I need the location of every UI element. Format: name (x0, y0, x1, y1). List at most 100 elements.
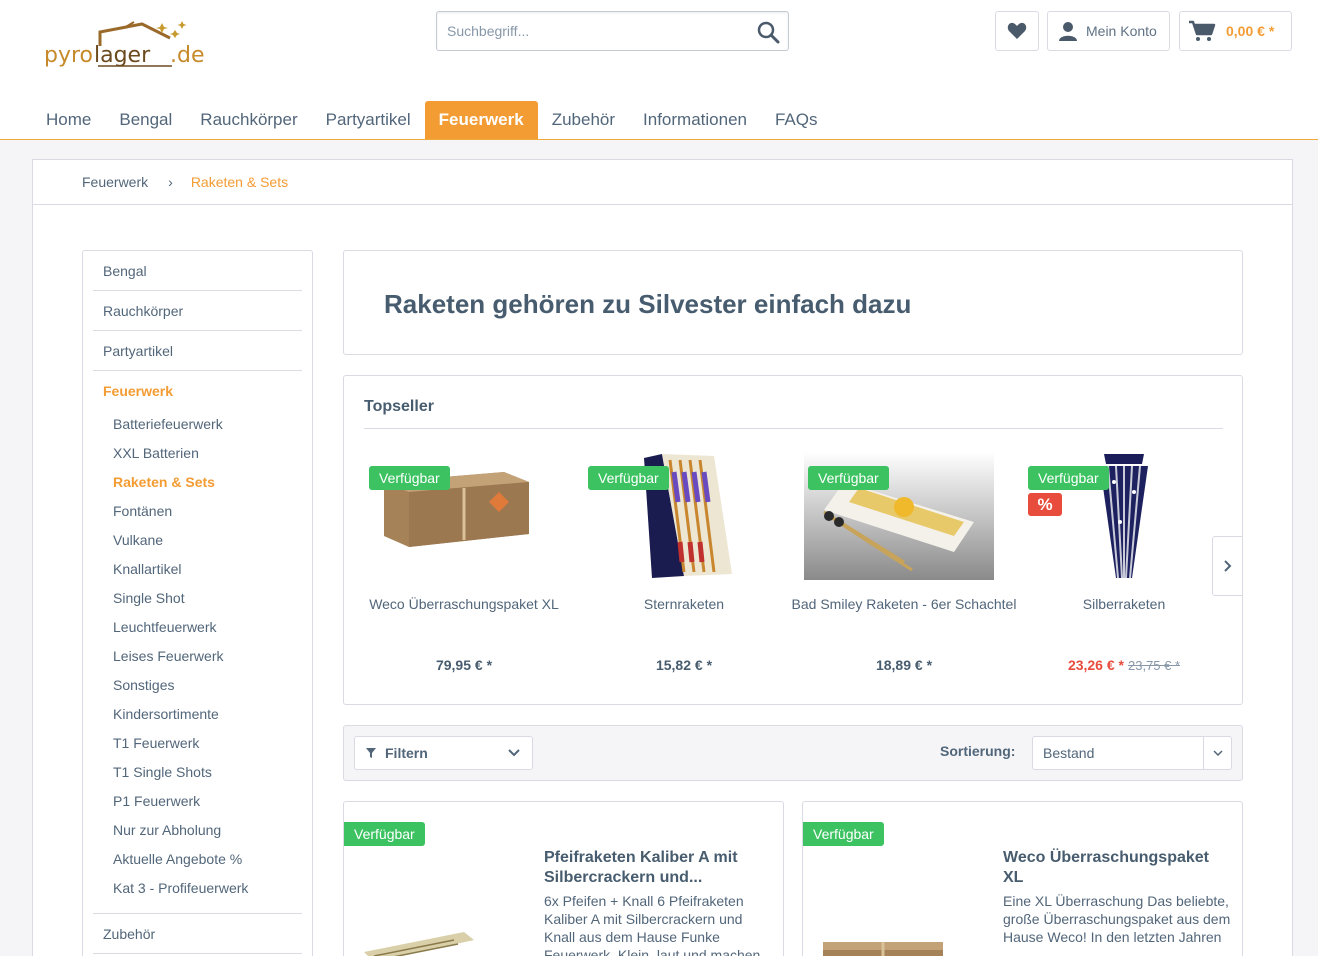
sidebar-sub-xxl-batterien[interactable]: XXL Batterien (113, 439, 199, 468)
availability-badge: Verfügbar (369, 466, 450, 490)
sidebar-sub-p1-feuerwerk[interactable]: P1 Feuerwerk (113, 787, 200, 816)
nav-item-partyartikel[interactable]: Partyartikel (312, 101, 425, 139)
sidebar-sub-kindersortimente[interactable]: Kindersortimente (113, 700, 219, 729)
cart-icon (1189, 20, 1216, 41)
topseller-item[interactable]: Verfügbar Weco Überraschungspaket XL 79,… (344, 448, 559, 688)
product-box[interactable]: Verfügbar Pfeifraketen Kaliber A mit Sil… (343, 801, 784, 956)
sale-badge: % (1028, 493, 1062, 516)
nav-item-bengal[interactable]: Bengal (105, 101, 186, 139)
availability-badge: Verfügbar (1028, 466, 1109, 490)
search-icon[interactable] (756, 20, 780, 44)
breadcrumb-current[interactable]: Raketen & Sets (191, 174, 288, 190)
topseller-item[interactable]: Verfügbar Sternraketen 15,82 € * (564, 448, 764, 688)
sidebar-item-bengal[interactable]: Bengal (93, 251, 302, 291)
product-image (364, 932, 474, 956)
sidebar-item-feuerwerk[interactable]: Feuerwerk (93, 371, 302, 411)
chevron-down-icon (1203, 737, 1231, 769)
chevron-right-icon (1223, 560, 1231, 572)
listing-actions: Filtern Sortierung: Bestand (343, 725, 1243, 781)
product-name[interactable]: Bad Smiley Raketen - 6er Schachtel (784, 594, 1024, 614)
sort-value: Bestand (1043, 745, 1095, 761)
product-price: 15,82 € * (564, 657, 804, 673)
wishlist-button[interactable] (995, 11, 1039, 51)
content-panel: Feuerwerk › Raketen & Sets Bengal Rauchk… (32, 159, 1293, 956)
sidebar-sub-batteriefeuerwerk[interactable]: Batteriefeuerwerk (113, 410, 223, 439)
nav-item-feuerwerk[interactable]: Feuerwerk (424, 101, 538, 139)
price-value: 18,89 € * (875, 657, 933, 673)
nav-item-faqs[interactable]: FAQs (761, 101, 832, 139)
product-description: 6x Pfeifen + Knall 6 Pfeifraketen Kalibe… (544, 893, 761, 956)
availability-badge: Verfügbar (344, 822, 425, 846)
sale-price: 23,26 € * (1067, 657, 1124, 673)
nav-item-zubehoer[interactable]: Zubehör (538, 101, 629, 139)
product-box[interactable]: Verfügbar Weco Überraschungspaket XL Ein… (802, 801, 1243, 956)
nav-item-informationen[interactable]: Informationen (629, 101, 761, 139)
cart-total: 0,00 € * (1226, 23, 1275, 39)
sidebar-sub-leises-feuerwerk[interactable]: Leises Feuerwerk (113, 642, 224, 671)
price-value: 79,95 € * (435, 657, 493, 673)
sidebar-sub-t1-single-shots[interactable]: T1 Single Shots (113, 758, 212, 787)
sidebar-sub-vulkane[interactable]: Vulkane (113, 526, 163, 555)
account-button[interactable]: Mein Konto (1047, 11, 1170, 51)
chevron-right-icon: › (168, 174, 173, 190)
product-title[interactable]: Weco Überraschungspaket XL (1003, 848, 1233, 888)
topseller-title: Topseller (364, 398, 434, 415)
topseller-item[interactable]: Verfügbar % Silberraketen 23,26 € * 23,75… (1004, 448, 1204, 688)
sidebar-item-rauchkoerper[interactable]: Rauchkörper (93, 291, 302, 331)
breadcrumb: Feuerwerk › Raketen & Sets (33, 160, 1292, 205)
logo-text-lager: lager (94, 43, 151, 68)
product-name[interactable]: Sternraketen (564, 594, 804, 614)
site-logo[interactable]: pyro lager .de (42, 18, 227, 82)
user-icon (1059, 22, 1077, 41)
availability-badge: Verfügbar (588, 466, 669, 490)
slider-next-button[interactable] (1212, 536, 1242, 596)
topseller-slider: Topseller Verfügbar Weco Überraschungspa… (343, 375, 1243, 705)
product-image (823, 942, 943, 956)
product-description: Eine XL Überraschung Das beliebte, große… (1003, 893, 1231, 945)
product-price: 18,89 € * (784, 657, 1024, 673)
sidebar-sub-kat3-profifeuerwerk[interactable]: Kat 3 - Profifeuerwerk (113, 874, 248, 903)
sidebar-sub-leuchtfeuerwerk[interactable]: Leuchtfeuerwerk (113, 613, 217, 642)
topseller-item[interactable]: Verfügbar Bad Smiley Raketen - 6er Schac… (784, 448, 1016, 688)
nav-item-rauchkoerper[interactable]: Rauchkörper (186, 101, 311, 139)
product-name[interactable]: Weco Überraschungspaket XL (344, 594, 584, 614)
product-price: 23,26 € * 23,75 € * (1004, 657, 1244, 673)
main-navigation: Home Bengal Rauchkörper Partyartikel Feu… (32, 101, 832, 139)
category-teaser: Raketen gehören zu Silvester einfach daz… (343, 250, 1243, 355)
availability-badge: Verfügbar (803, 822, 884, 846)
filter-label: Filtern (385, 745, 428, 761)
sort-select[interactable]: Bestand (1032, 736, 1232, 770)
product-name[interactable]: Silberraketen (1004, 594, 1244, 614)
sidebar-sub-single-shot[interactable]: Single Shot (113, 584, 185, 613)
filter-icon (366, 748, 376, 758)
category-sidebar: Bengal Rauchkörper Partyartikel Feuerwer… (82, 250, 313, 956)
nav-item-home[interactable]: Home (32, 101, 105, 139)
logo-text-pyro: pyro (44, 43, 93, 68)
availability-badge: Verfügbar (808, 466, 889, 490)
sidebar-sub-fontaenen[interactable]: Fontänen (113, 497, 172, 526)
search-box (436, 11, 789, 51)
filter-button[interactable]: Filtern (354, 736, 533, 770)
breadcrumb-parent[interactable]: Feuerwerk (82, 174, 148, 190)
sidebar-item-zubehoer[interactable]: Zubehör (93, 914, 302, 954)
sidebar-sub-aktuelle-angebote[interactable]: Aktuelle Angebote % (113, 845, 242, 874)
sidebar-item-partyartikel[interactable]: Partyartikel (93, 331, 302, 371)
page-title: Raketen gehören zu Silvester einfach daz… (384, 289, 912, 319)
sidebar-sub-nur-zur-abholung[interactable]: Nur zur Abholung (113, 816, 221, 845)
sidebar-sub-raketen-sets[interactable]: Raketen & Sets (113, 468, 215, 497)
product-price: 79,95 € * (344, 657, 584, 673)
chevron-down-icon (508, 749, 520, 757)
topseller-divider (364, 428, 1223, 429)
old-price: 23,75 € * (1128, 658, 1181, 673)
sidebar-sub-knallartikel[interactable]: Knallartikel (113, 555, 181, 584)
price-value: 15,82 € * (655, 657, 713, 673)
sidebar-sub-t1-feuerwerk[interactable]: T1 Feuerwerk (113, 729, 199, 758)
account-label: Mein Konto (1086, 23, 1157, 39)
site-header: pyro lager .de Mein Konto 0,00 € * (0, 0, 1318, 140)
product-title[interactable]: Pfeifraketen Kaliber A mit Silbercracker… (544, 848, 774, 888)
search-input[interactable] (437, 12, 747, 50)
sidebar-sub-sonstiges[interactable]: Sonstiges (113, 671, 174, 700)
cart-button[interactable]: 0,00 € * (1179, 11, 1292, 51)
logo-text-suffix: .de (170, 43, 205, 68)
heart-icon (1007, 22, 1027, 39)
